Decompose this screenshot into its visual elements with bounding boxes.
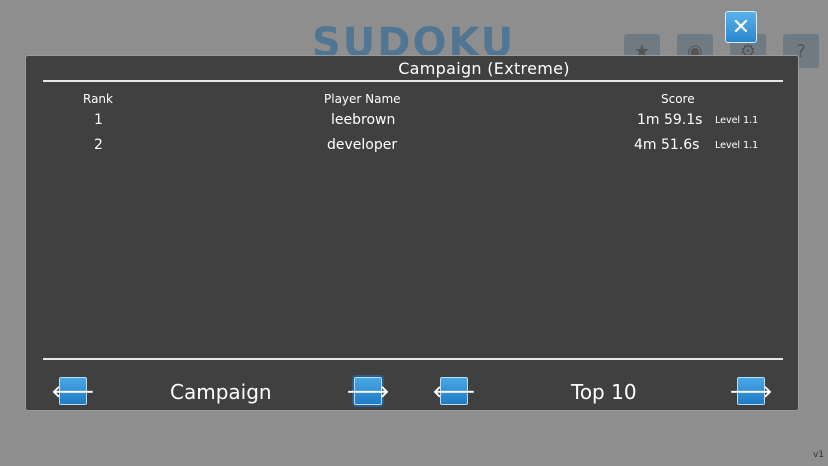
player-cell: leebrown <box>331 112 396 128</box>
score-cell: 1m 59.1s <box>637 112 703 128</box>
footer-divider <box>43 358 783 360</box>
close-button[interactable]: ✕ <box>725 11 757 43</box>
version-label: v1 <box>812 450 824 460</box>
level-cell: Level 1.1 <box>715 115 759 126</box>
mode-label: Campaign <box>170 380 272 404</box>
dialog-title: Campaign (Extreme) <box>398 59 570 78</box>
arrow-left-icon: 🡐 <box>51 382 95 401</box>
rank-header: Rank <box>83 92 113 106</box>
level-cell: Level 1.1 <box>715 140 759 151</box>
filter-prev-button[interactable]: 🡐 <box>433 377 475 405</box>
mode-next-button[interactable]: 🡒 <box>347 377 389 405</box>
arrow-left-icon: 🡐 <box>432 382 476 401</box>
filter-label: Top 10 <box>571 380 637 404</box>
score-cell: 4m 51.6s <box>634 137 700 153</box>
leaderboard-dialog: Campaign (Extreme) Rank Player Name Scor… <box>25 55 799 411</box>
arrow-right-icon: 🡒 <box>729 382 773 401</box>
close-icon: ✕ <box>731 14 751 40</box>
player-cell: developer <box>327 137 398 153</box>
score-header: Score <box>661 92 695 106</box>
rank-cell: 1 <box>94 112 103 128</box>
title-divider <box>43 80 783 82</box>
arrow-right-icon: 🡒 <box>346 382 390 401</box>
filter-next-button[interactable]: 🡒 <box>730 377 772 405</box>
rank-cell: 2 <box>94 137 103 153</box>
player-name-header: Player Name <box>324 92 401 106</box>
mode-prev-button[interactable]: 🡐 <box>52 377 94 405</box>
